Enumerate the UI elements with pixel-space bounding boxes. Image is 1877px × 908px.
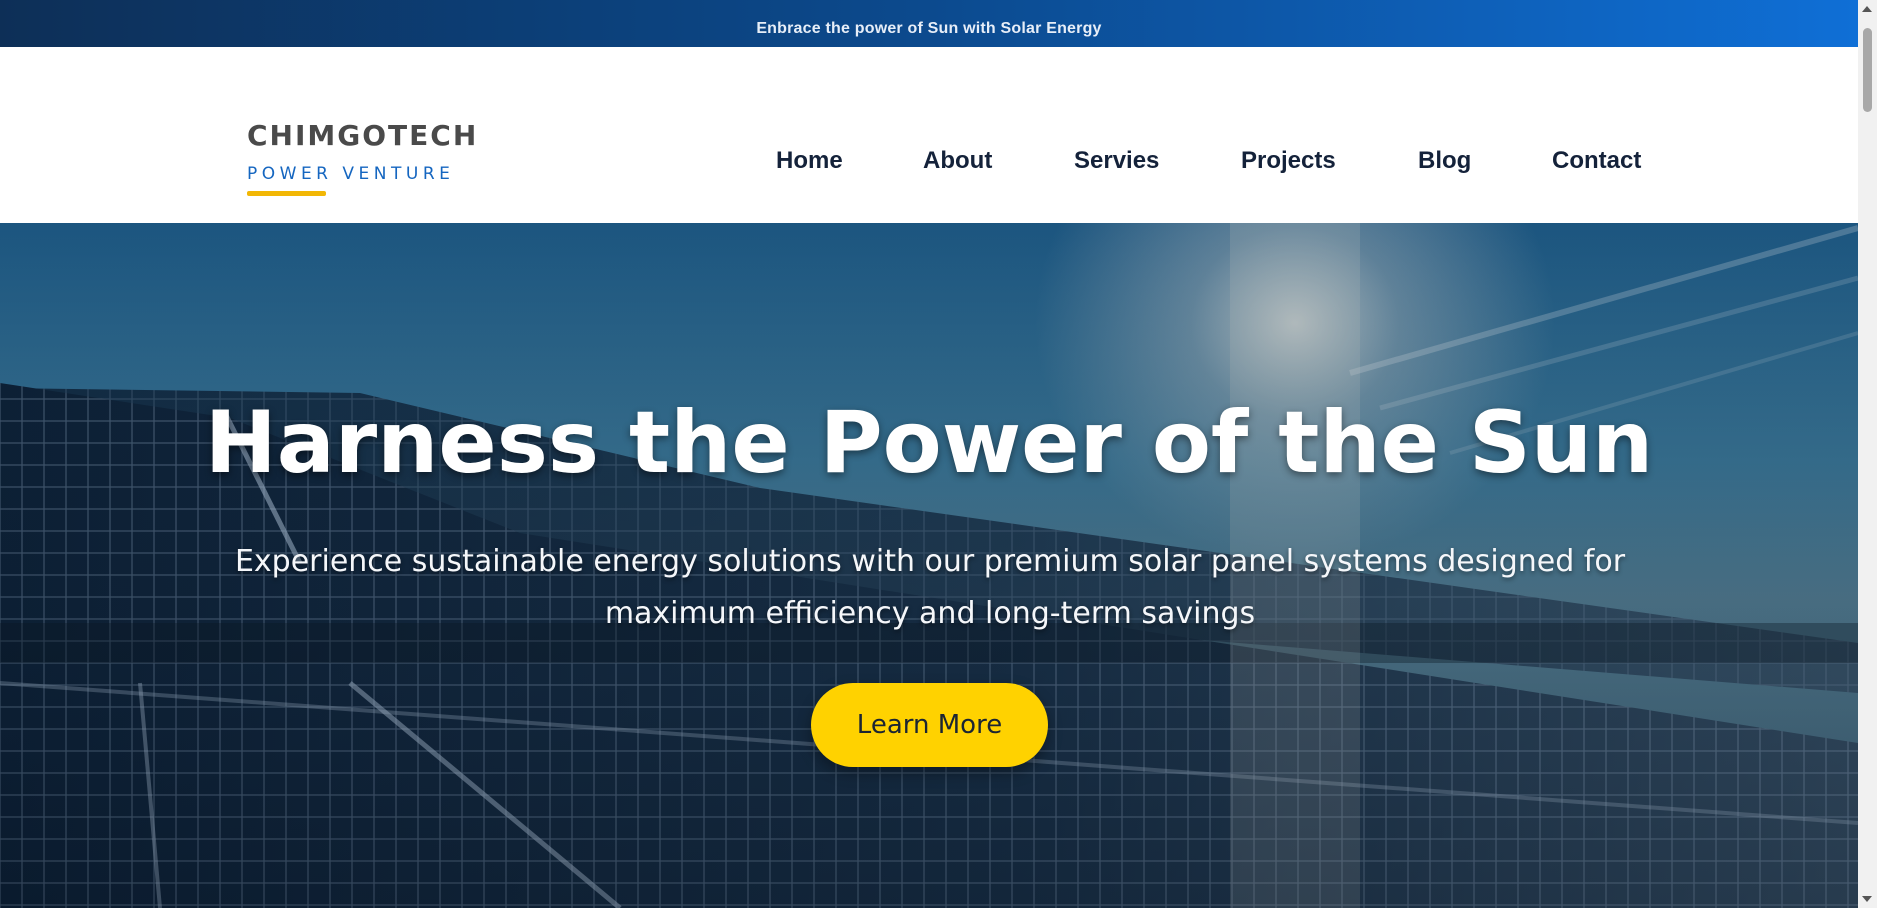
learn-more-button[interactable]: Learn More bbox=[811, 683, 1048, 767]
nav-blog[interactable]: Blog bbox=[1418, 147, 1471, 175]
hero-section: Harness the Power of the Sun Experience … bbox=[0, 223, 1858, 908]
logo-name: CHIMGOTECH bbox=[247, 119, 479, 152]
announcement-text: Enbrace the power of Sun with Solar Ener… bbox=[756, 19, 1102, 37]
nav-services[interactable]: Servies bbox=[1074, 147, 1159, 175]
page: Enbrace the power of Sun with Solar Ener… bbox=[0, 0, 1858, 908]
main-nav: Home About Servies Projects Blog Contact bbox=[0, 147, 1858, 177]
announcement-bar: Enbrace the power of Sun with Solar Ener… bbox=[0, 0, 1858, 47]
hero-subtitle: Experience sustainable energy solutions … bbox=[234, 544, 1626, 631]
nav-contact[interactable]: Contact bbox=[1552, 147, 1641, 175]
nav-about[interactable]: About bbox=[923, 147, 992, 175]
hero-title: Harness the Power of the Sun bbox=[204, 393, 1654, 493]
scroll-down-icon[interactable] bbox=[1862, 896, 1872, 902]
scroll-up-icon[interactable] bbox=[1862, 6, 1872, 12]
vertical-scrollbar[interactable] bbox=[1858, 0, 1877, 908]
logo-underline bbox=[247, 191, 326, 196]
site-header: CHIMGOTECH POWER VENTURE Home About Serv… bbox=[0, 47, 1858, 223]
nav-projects[interactable]: Projects bbox=[1241, 147, 1336, 175]
scroll-thumb[interactable] bbox=[1863, 28, 1872, 112]
nav-home[interactable]: Home bbox=[776, 147, 843, 175]
